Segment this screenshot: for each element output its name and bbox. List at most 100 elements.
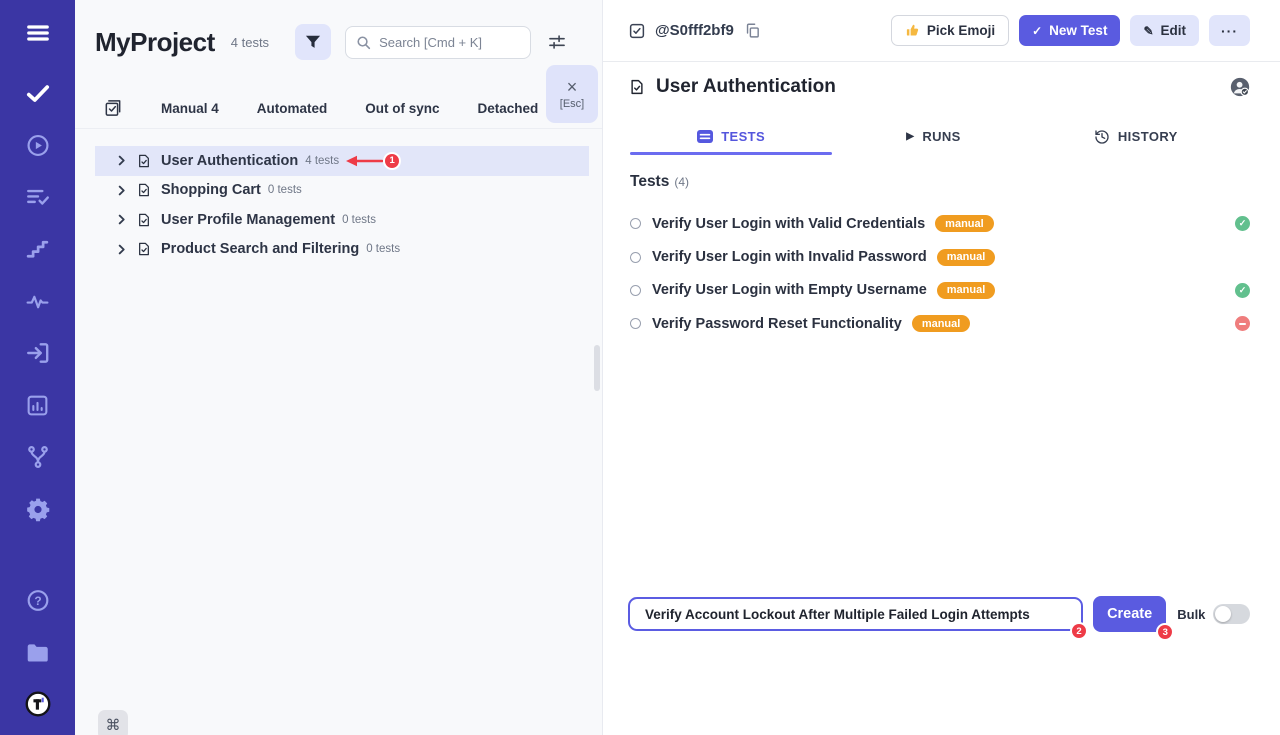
tab-tests[interactable]: TESTS bbox=[630, 119, 832, 154]
chevron-right-icon[interactable] bbox=[115, 184, 128, 197]
tree-row-shopping-cart[interactable]: Shopping Cart 0 tests bbox=[95, 176, 589, 206]
new-test-name-input[interactable] bbox=[628, 597, 1083, 631]
annotation-badge-1: 1 bbox=[385, 154, 399, 168]
tab-manual[interactable]: Manual 4 bbox=[161, 101, 219, 116]
dismiss-filter-button[interactable]: × [Esc] bbox=[546, 65, 598, 123]
tab-tests-label: TESTS bbox=[721, 129, 765, 144]
check-icon[interactable] bbox=[25, 80, 51, 106]
annotation-badge-2: 2 bbox=[1072, 624, 1086, 638]
command-shortcut-button[interactable]: ⌘ bbox=[98, 710, 128, 735]
tree-row-user-authentication[interactable]: User Authentication 4 tests 1 bbox=[95, 146, 589, 176]
tab-detached[interactable]: Detached bbox=[478, 101, 539, 116]
test-row[interactable]: Verify User Login with Valid Credentials… bbox=[630, 207, 1250, 240]
edit-label: Edit bbox=[1161, 23, 1187, 38]
create-button[interactable]: Create 3 bbox=[1093, 596, 1166, 632]
doc-check-icon bbox=[628, 78, 646, 96]
list-check-icon[interactable] bbox=[25, 184, 51, 210]
app-logo[interactable] bbox=[25, 691, 51, 717]
gear-icon[interactable] bbox=[25, 496, 51, 522]
steps-icon[interactable] bbox=[25, 236, 51, 262]
branch-icon[interactable] bbox=[25, 444, 51, 470]
search-box[interactable] bbox=[345, 26, 531, 59]
tests-heading-count: (4) bbox=[674, 175, 689, 189]
pick-emoji-button[interactable]: Pick Emoji bbox=[891, 15, 1009, 46]
adjustments-icon[interactable] bbox=[547, 32, 567, 52]
header-actions: Pick Emoji ✓ New Test ✎ Edit ··· bbox=[891, 15, 1250, 46]
create-label: Create bbox=[1107, 606, 1152, 622]
suite-title: User Authentication bbox=[656, 76, 836, 98]
filter-button[interactable] bbox=[295, 24, 331, 60]
pencil-icon: ✎ bbox=[1143, 24, 1153, 38]
scrollbar-thumb[interactable] bbox=[594, 345, 600, 391]
project-panel: MyProject 4 tests × [Esc] Manual 4 Autom… bbox=[75, 0, 603, 735]
bulk-toggle[interactable] bbox=[1213, 604, 1250, 624]
tab-history-label: HISTORY bbox=[1118, 129, 1178, 144]
search-icon bbox=[356, 35, 371, 50]
suite-count: 0 tests bbox=[268, 184, 302, 196]
status-passed-icon bbox=[1235, 283, 1250, 298]
test-row[interactable]: Verify User Login with Empty Username ma… bbox=[630, 274, 1250, 307]
suite-tree: User Authentication 4 tests 1 Shopping C… bbox=[75, 146, 602, 264]
project-title: MyProject bbox=[95, 27, 215, 58]
annotation-arrow-1: 1 bbox=[345, 154, 399, 168]
project-header: MyProject 4 tests bbox=[75, 0, 602, 60]
test-name: Verify User Login with Empty Username bbox=[652, 282, 927, 298]
task-check-icon bbox=[628, 22, 646, 40]
suite-label: User Authentication bbox=[161, 153, 298, 169]
chevron-right-icon[interactable] bbox=[115, 154, 128, 167]
chevron-right-icon[interactable] bbox=[115, 213, 128, 226]
copy-icon[interactable] bbox=[744, 22, 761, 39]
more-button[interactable]: ··· bbox=[1209, 15, 1250, 46]
status-passed-icon bbox=[1235, 216, 1250, 231]
tab-out-of-sync[interactable]: Out of sync bbox=[365, 101, 439, 116]
assignee-avatar[interactable] bbox=[1230, 77, 1250, 97]
tests-list-heading: Tests (4) bbox=[630, 173, 689, 191]
tests-list: Verify User Login with Valid Credentials… bbox=[630, 207, 1250, 341]
select-radio[interactable] bbox=[630, 252, 641, 263]
select-radio[interactable] bbox=[630, 218, 641, 229]
toggle-knob bbox=[1215, 606, 1231, 622]
suite-label: User Profile Management bbox=[161, 212, 335, 228]
play-circle-icon[interactable] bbox=[25, 132, 51, 158]
create-test-bar: 2 Create 3 Bulk bbox=[628, 596, 1250, 632]
status-blocked-icon bbox=[1235, 316, 1250, 331]
manual-badge: manual bbox=[937, 282, 996, 299]
chevron-right-icon[interactable] bbox=[115, 243, 128, 256]
bar-chart-icon[interactable] bbox=[25, 392, 51, 418]
app-rail: ? bbox=[0, 0, 75, 735]
select-radio[interactable] bbox=[630, 318, 641, 329]
sign-in-icon[interactable] bbox=[25, 340, 51, 366]
check-icon: ✓ bbox=[1032, 24, 1042, 38]
tab-automated[interactable]: Automated bbox=[257, 101, 328, 116]
doc-check-icon bbox=[136, 212, 152, 228]
menu-icon[interactable] bbox=[25, 20, 51, 46]
suite-label: Shopping Cart bbox=[161, 182, 261, 198]
test-name: Verify User Login with Valid Credentials bbox=[652, 216, 925, 232]
esc-hint-label: [Esc] bbox=[560, 98, 584, 110]
funnel-icon bbox=[303, 32, 323, 52]
edit-button[interactable]: ✎ Edit bbox=[1130, 15, 1199, 46]
select-radio[interactable] bbox=[630, 285, 641, 296]
tree-row-product-search-and-filtering[interactable]: Product Search and Filtering 0 tests bbox=[95, 235, 589, 265]
test-row[interactable]: Verify Password Reset Functionality manu… bbox=[630, 307, 1250, 340]
card-list-icon bbox=[697, 130, 713, 143]
new-test-button[interactable]: ✓ New Test bbox=[1019, 15, 1120, 46]
activity-icon[interactable] bbox=[25, 288, 51, 314]
new-test-label: New Test bbox=[1049, 23, 1107, 38]
tree-row-user-profile-management[interactable]: User Profile Management 0 tests bbox=[95, 205, 589, 235]
clipboard-check-icon[interactable] bbox=[103, 98, 123, 118]
suite-label: Product Search and Filtering bbox=[161, 241, 359, 257]
folder-icon[interactable] bbox=[25, 639, 51, 665]
suite-ref-code: @S0fff2bf9 bbox=[655, 22, 734, 39]
suite-count: 0 tests bbox=[342, 214, 376, 226]
help-icon[interactable]: ? bbox=[25, 587, 51, 613]
filter-tab-bar: Manual 4 Automated Out of sync Detached bbox=[75, 96, 602, 129]
tab-history[interactable]: HISTORY bbox=[1035, 119, 1237, 154]
new-test-name-wrapper: 2 bbox=[628, 597, 1083, 631]
test-name: Verify Password Reset Functionality bbox=[652, 316, 902, 332]
detail-header: @S0fff2bf9 Pick Emoji ✓ New Test ✎ Edit … bbox=[603, 0, 1280, 62]
suite-title-row: User Authentication bbox=[628, 76, 1250, 98]
search-input[interactable] bbox=[379, 35, 519, 50]
tab-runs[interactable]: ▶ RUNS bbox=[832, 119, 1034, 154]
test-row[interactable]: Verify User Login with Invalid Password … bbox=[630, 240, 1250, 273]
